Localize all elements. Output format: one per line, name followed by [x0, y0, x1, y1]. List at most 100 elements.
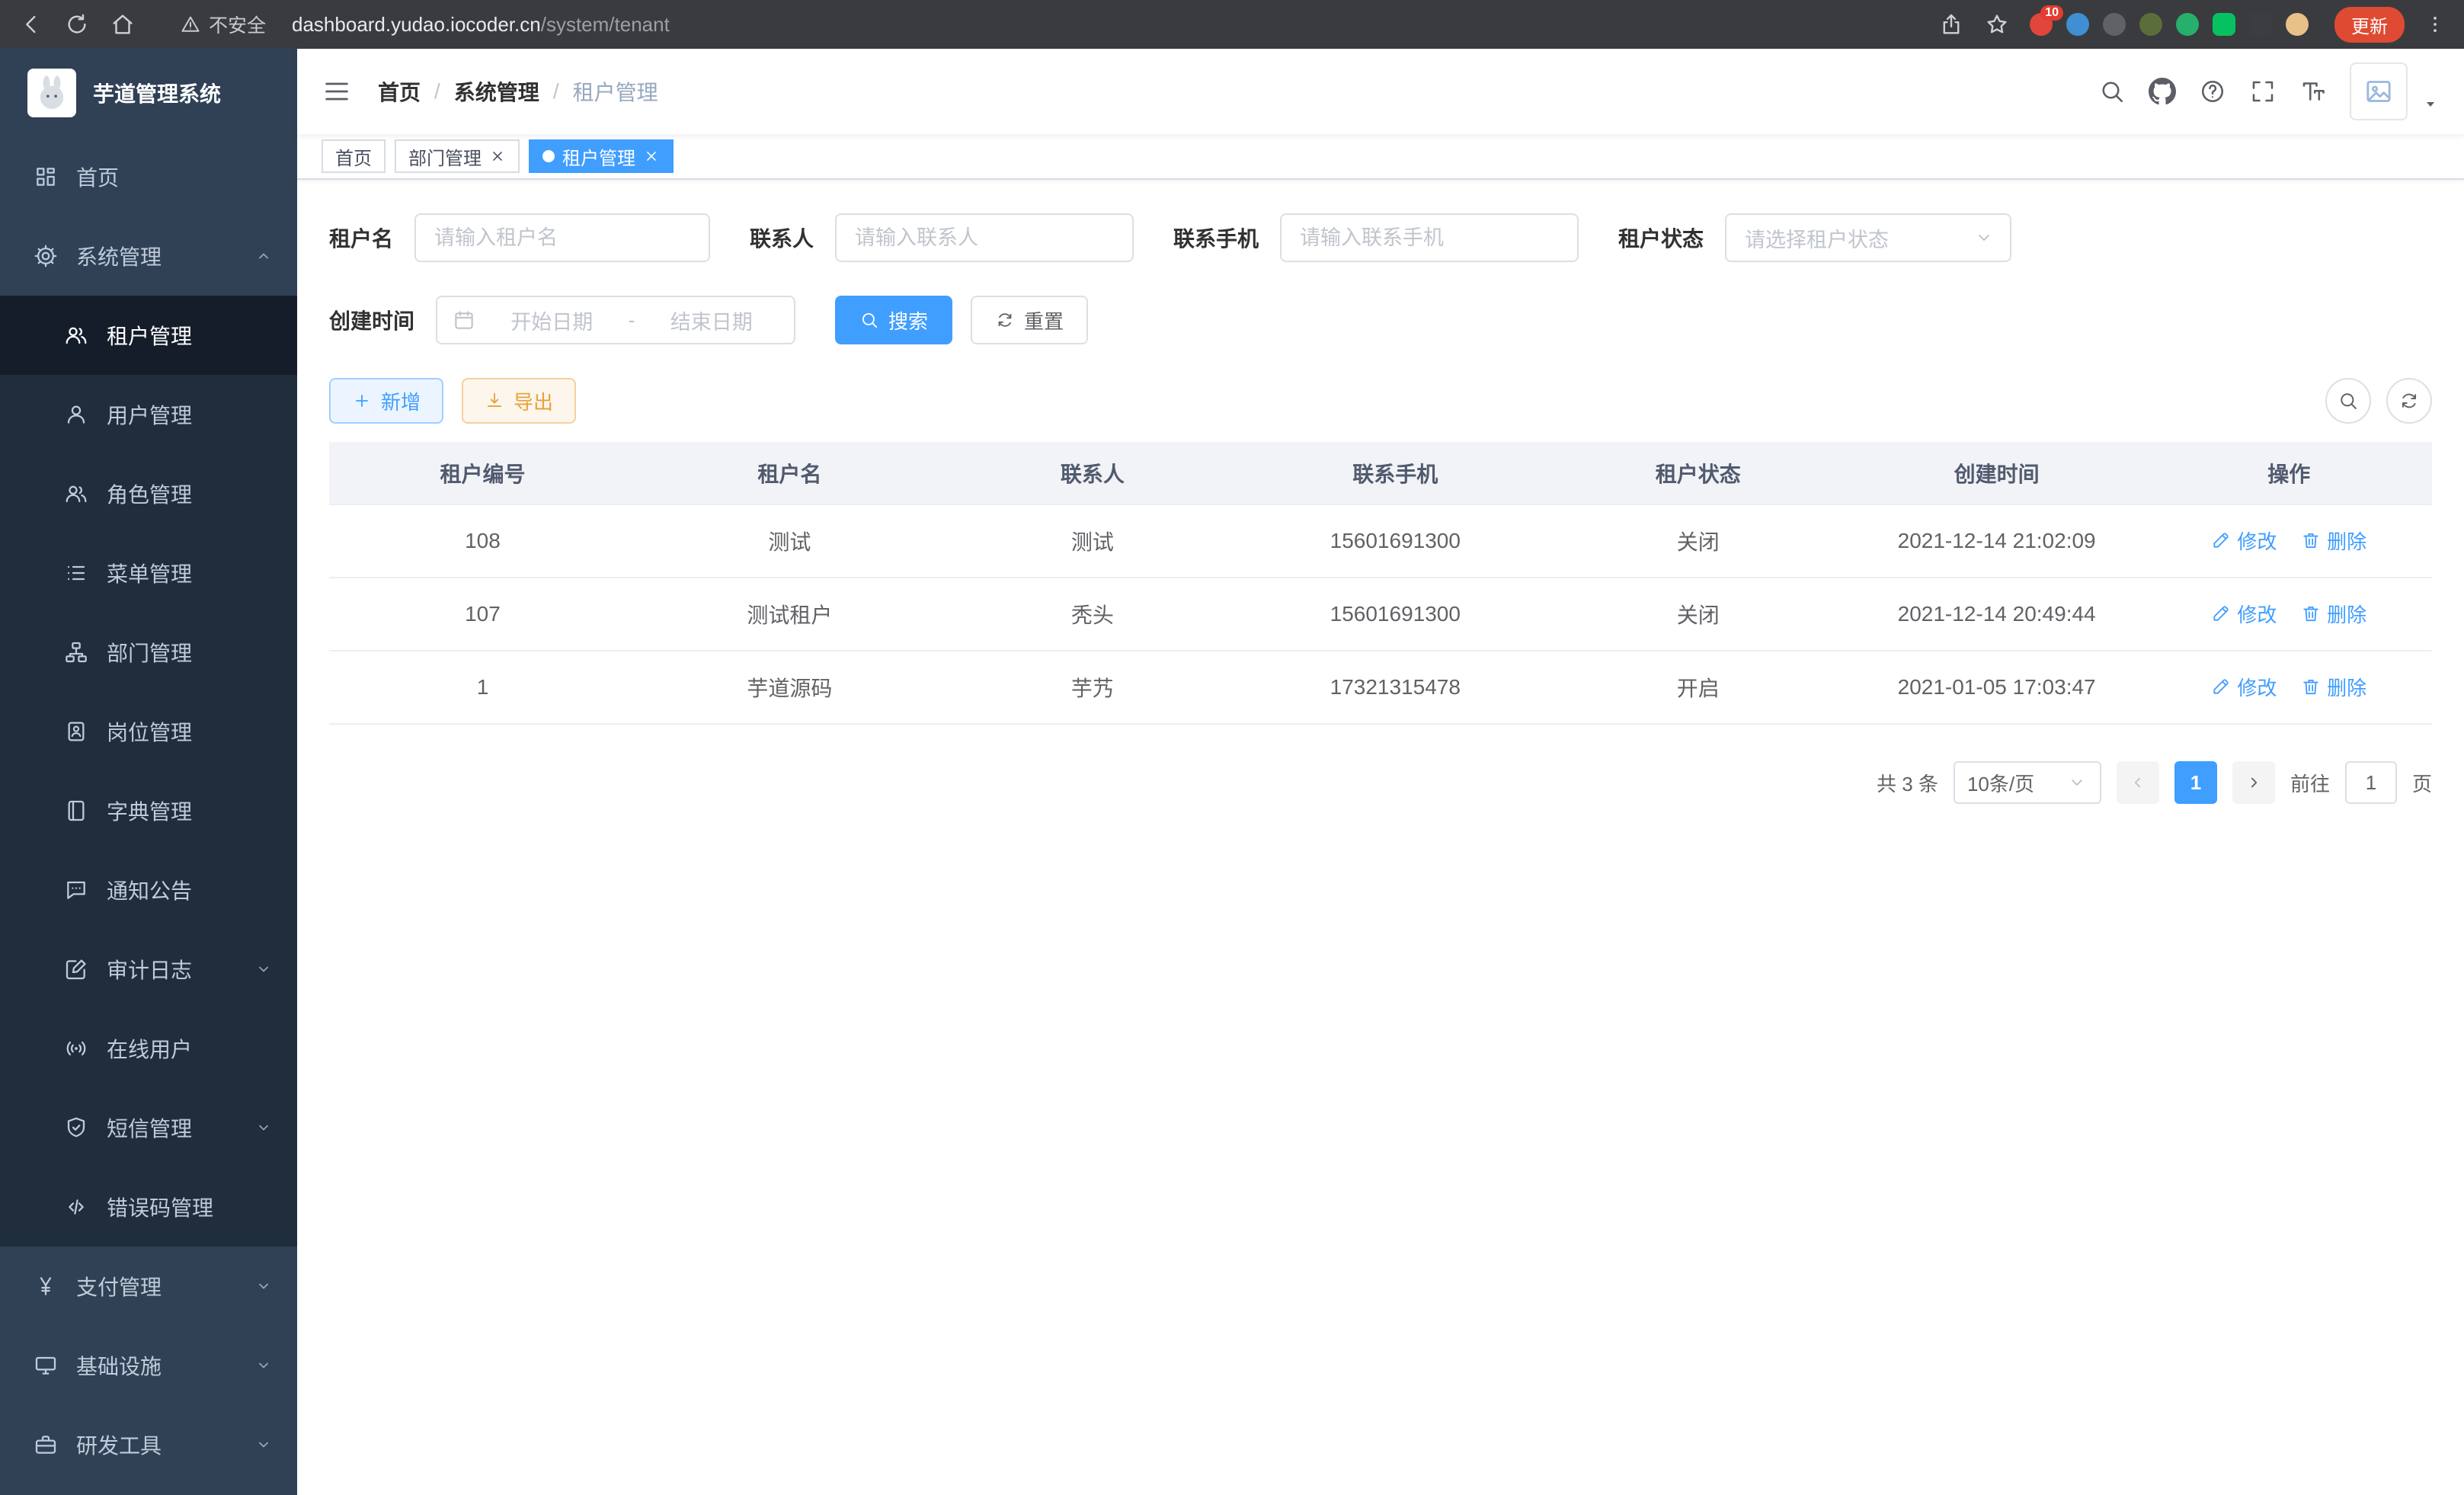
- extension-icon-2[interactable]: [2066, 13, 2089, 36]
- filter-row-1: 租户名 联系人 联系手机 租户状态 请选择租户状态: [329, 213, 2432, 262]
- delete-button[interactable]: 删除: [2301, 527, 2366, 555]
- sidebar-item-online-user[interactable]: 在线用户: [0, 1009, 297, 1088]
- edit-button[interactable]: 修改: [2211, 600, 2277, 628]
- sidebar-item-error-code[interactable]: 错误码管理: [0, 1167, 297, 1247]
- col-tenant-id: 租户编号: [329, 442, 636, 504]
- cell-tenant-id: 1: [329, 651, 636, 724]
- col-tenant-name: 租户名: [636, 442, 943, 504]
- breadcrumb-home[interactable]: 首页: [378, 76, 421, 107]
- tag-label: 租户管理: [562, 143, 635, 170]
- prev-page-button[interactable]: [2117, 761, 2159, 804]
- sidebar-item-menu[interactable]: 菜单管理: [0, 533, 297, 613]
- col-contact: 联系人: [943, 442, 1242, 504]
- sidebar-item-infra[interactable]: 基础设施: [0, 1326, 297, 1405]
- font-size-icon[interactable]: [2299, 78, 2327, 105]
- edit-button[interactable]: 修改: [2211, 527, 2277, 555]
- goto-label: 前往: [2290, 769, 2330, 797]
- sidebar-item-post[interactable]: 岗位管理: [0, 692, 297, 771]
- sidebar-item-notice[interactable]: 通知公告: [0, 850, 297, 930]
- browser-home-icon[interactable]: [110, 11, 136, 37]
- edit-label: 修改: [2237, 600, 2277, 628]
- sidebar-item-label: 审计日志: [107, 954, 192, 984]
- date-range-picker[interactable]: 开始日期 - 结束日期: [436, 296, 795, 344]
- contact-input[interactable]: [835, 213, 1134, 262]
- tenant-name-input[interactable]: [414, 213, 710, 262]
- github-icon[interactable]: [2149, 78, 2176, 105]
- close-icon[interactable]: [489, 148, 506, 165]
- breadcrumb-system[interactable]: 系统管理: [454, 76, 539, 107]
- sidebar-item-dept[interactable]: 部门管理: [0, 613, 297, 692]
- share-icon[interactable]: [1938, 11, 1964, 37]
- infra-monitor-icon: [34, 1353, 58, 1378]
- browser-menu-dots-icon[interactable]: [2424, 14, 2446, 35]
- pagination: 共 3 条 10条/页 1 前往 页: [329, 761, 2432, 804]
- cell-contact: 测试: [943, 504, 1242, 578]
- sidebar-item-label: 错误码管理: [107, 1192, 213, 1222]
- sidebar-item-user[interactable]: 用户管理: [0, 375, 297, 454]
- user-icon: [64, 402, 88, 427]
- tag-tenant[interactable]: 租户管理: [529, 139, 674, 173]
- security-indicator[interactable]: 不安全: [180, 11, 266, 38]
- current-page-button[interactable]: 1: [2174, 761, 2217, 804]
- goto-page-input[interactable]: [2345, 761, 2397, 804]
- cell-tenant-id: 107: [329, 578, 636, 651]
- sidebar-collapse-icon[interactable]: [322, 76, 352, 107]
- avatar[interactable]: [2350, 62, 2408, 120]
- toggle-search-button[interactable]: [2325, 378, 2371, 424]
- dict-book-icon: [64, 799, 88, 823]
- sidebar-item-sms[interactable]: 短信管理: [0, 1088, 297, 1167]
- tag-dept[interactable]: 部门管理: [395, 139, 520, 173]
- delete-label: 删除: [2327, 673, 2366, 701]
- search-button[interactable]: 搜索: [835, 296, 952, 344]
- status-select[interactable]: 请选择租户状态: [1725, 213, 2011, 262]
- page-size-select[interactable]: 10条/页: [1954, 761, 2101, 804]
- avatar-caret-down-icon[interactable]: [2421, 94, 2440, 113]
- browser-back-icon[interactable]: [18, 11, 44, 37]
- sidebar-item-system[interactable]: 系统管理: [0, 216, 297, 296]
- main-area: 首页 / 系统管理 / 租户管理 首页: [297, 49, 2464, 1495]
- status-select-placeholder: 请选择租户状态: [1745, 223, 1889, 253]
- cell-phone: 15601691300: [1242, 504, 1549, 578]
- chevron-down-icon: [254, 1277, 273, 1295]
- edit-pencil-icon: [2211, 530, 2231, 550]
- phone-input[interactable]: [1280, 213, 1579, 262]
- sidebar-item-devtools[interactable]: 研发工具: [0, 1405, 297, 1484]
- help-question-icon[interactable]: [2199, 78, 2226, 105]
- browser-reload-icon[interactable]: [64, 11, 90, 37]
- app-frame: 芋道管理系统 首页 系统管理 租户管理 用户管理 角色管理: [0, 49, 2464, 1495]
- next-page-button[interactable]: [2232, 761, 2275, 804]
- sidebar-logo[interactable]: 芋道管理系统: [0, 49, 297, 137]
- col-status: 租户状态: [1549, 442, 1848, 504]
- bookmark-star-icon[interactable]: [1984, 11, 2010, 37]
- extension-icon-8[interactable]: [2286, 13, 2309, 36]
- sidebar-item-tenant[interactable]: 租户管理: [0, 296, 297, 375]
- sidebar-item-dict[interactable]: 字典管理: [0, 771, 297, 850]
- refresh-table-button[interactable]: [2386, 378, 2432, 424]
- sidebar-item-audit-log[interactable]: 审计日志: [0, 930, 297, 1009]
- tag-home[interactable]: 首页: [322, 139, 386, 173]
- sidebar-item-role[interactable]: 角色管理: [0, 454, 297, 533]
- header-search-icon[interactable]: [2098, 78, 2126, 105]
- chevron-up-icon: [254, 247, 273, 265]
- sidebar-item-payment[interactable]: 支付管理: [0, 1247, 297, 1326]
- export-button[interactable]: 导出: [462, 378, 576, 424]
- delete-button[interactable]: 删除: [2301, 600, 2366, 628]
- close-icon[interactable]: [643, 148, 660, 165]
- delete-button[interactable]: 删除: [2301, 673, 2366, 701]
- add-button[interactable]: 新增: [329, 378, 443, 424]
- sidebar-item-home[interactable]: 首页: [0, 137, 297, 216]
- address-bar[interactable]: dashboard.yudao.iocoder.cn/system/tenant: [292, 13, 670, 37]
- reset-button[interactable]: 重置: [971, 296, 1088, 344]
- extension-icon-4[interactable]: [2139, 13, 2162, 36]
- extensions-area: 10: [2030, 13, 2309, 36]
- extension-icon-5[interactable]: [2176, 13, 2199, 36]
- edit-button[interactable]: 修改: [2211, 673, 2277, 701]
- fullscreen-icon[interactable]: [2249, 78, 2277, 105]
- extension-icon-1[interactable]: 10: [2030, 13, 2053, 36]
- extension-icon-6[interactable]: [2213, 13, 2235, 36]
- extension-icon-3[interactable]: [2103, 13, 2126, 36]
- browser-update-button[interactable]: 更新: [2334, 7, 2405, 43]
- extension-icon-7[interactable]: [2249, 13, 2272, 36]
- cell-status: 开启: [1549, 651, 1848, 724]
- col-created: 创建时间: [1848, 442, 2146, 504]
